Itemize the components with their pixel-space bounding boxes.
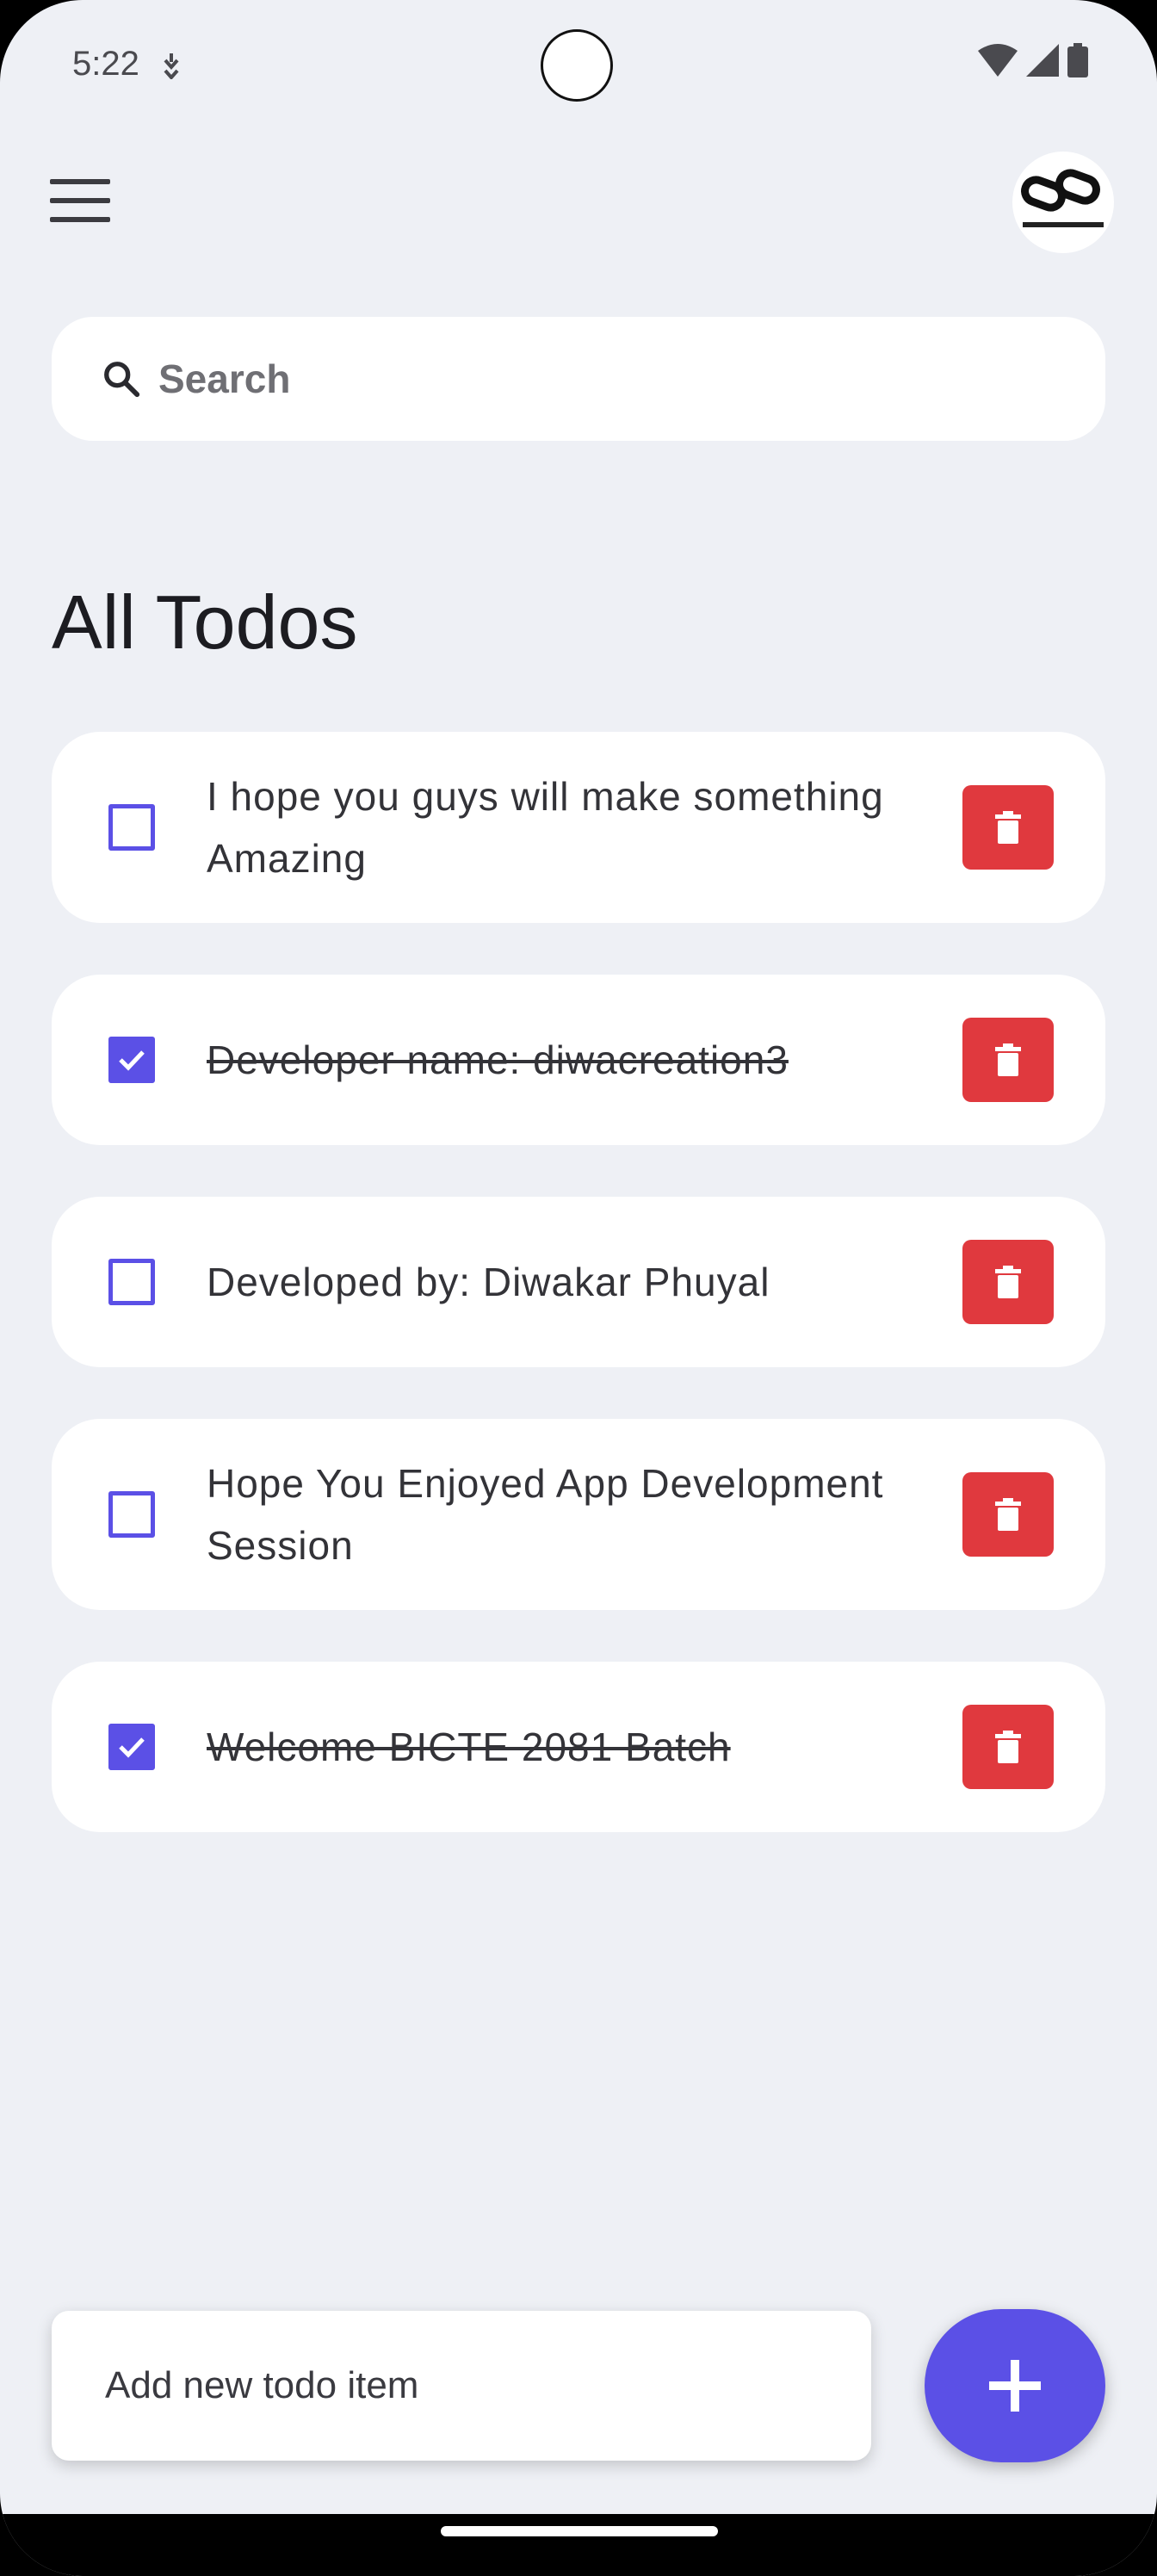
trash-icon bbox=[995, 1266, 1021, 1298]
signal-icon bbox=[1026, 44, 1059, 77]
search-bar[interactable] bbox=[52, 317, 1105, 441]
todo-list: I hope you guys will make something Amaz… bbox=[52, 732, 1105, 1884]
delete-button[interactable] bbox=[962, 1705, 1054, 1789]
todo-text: Developed by: Diwakar Phuyal bbox=[207, 1260, 770, 1304]
diwacreation-logo bbox=[1021, 169, 1104, 227]
todo-item[interactable]: I hope you guys will make something Amaz… bbox=[52, 732, 1105, 923]
delete-button[interactable] bbox=[962, 1018, 1054, 1102]
app-screen: 5:22 All Todos bbox=[0, 0, 1157, 2576]
menu-icon[interactable] bbox=[50, 179, 110, 222]
todo-item[interactable]: Welcome BICTE 2081 Batch bbox=[52, 1662, 1105, 1832]
todo-text: Hope You Enjoyed App Development Session bbox=[207, 1461, 884, 1568]
todo-checkbox[interactable] bbox=[108, 1259, 155, 1305]
delete-button[interactable] bbox=[962, 1240, 1054, 1324]
status-time: 5:22 bbox=[72, 45, 139, 83]
avatar[interactable] bbox=[1012, 152, 1114, 253]
todo-item[interactable]: Developer name: diwacreation3 bbox=[52, 975, 1105, 1145]
notification-icon bbox=[164, 53, 179, 79]
battery-icon bbox=[1067, 43, 1088, 77]
todo-item[interactable]: Developed by: Diwakar Phuyal bbox=[52, 1197, 1105, 1367]
home-indicator[interactable] bbox=[441, 2526, 718, 2536]
search-icon bbox=[104, 362, 140, 398]
camera-cutout bbox=[541, 29, 613, 102]
trash-icon bbox=[995, 1731, 1021, 1763]
todo-checkbox[interactable] bbox=[108, 1037, 155, 1083]
todo-text: Developer name: diwacreation3 bbox=[207, 1037, 789, 1082]
status-icons bbox=[978, 43, 1088, 77]
todo-text: I hope you guys will make something Amaz… bbox=[207, 774, 884, 881]
todo-checkbox[interactable] bbox=[108, 1724, 155, 1770]
wifi-icon bbox=[978, 44, 1018, 77]
todo-text: Welcome BICTE 2081 Batch bbox=[207, 1725, 731, 1769]
page-title: All Todos bbox=[52, 579, 358, 665]
check-icon bbox=[119, 1050, 145, 1071]
delete-button[interactable] bbox=[962, 1472, 1054, 1557]
todo-item[interactable]: Hope You Enjoyed App Development Session bbox=[52, 1419, 1105, 1610]
search-input[interactable] bbox=[157, 355, 1021, 403]
delete-button[interactable] bbox=[962, 785, 1054, 870]
system-nav-bar bbox=[0, 2514, 1157, 2576]
trash-icon bbox=[995, 1498, 1021, 1531]
todo-checkbox[interactable] bbox=[108, 1491, 155, 1538]
trash-icon bbox=[995, 811, 1021, 844]
add-todo-field[interactable] bbox=[52, 2311, 871, 2461]
add-todo-button[interactable] bbox=[925, 2309, 1105, 2462]
trash-icon bbox=[995, 1043, 1021, 1076]
plus-icon bbox=[989, 2360, 1041, 2412]
todo-checkbox[interactable] bbox=[108, 804, 155, 851]
check-icon bbox=[119, 1737, 145, 1758]
add-todo-input[interactable] bbox=[103, 2363, 847, 2408]
